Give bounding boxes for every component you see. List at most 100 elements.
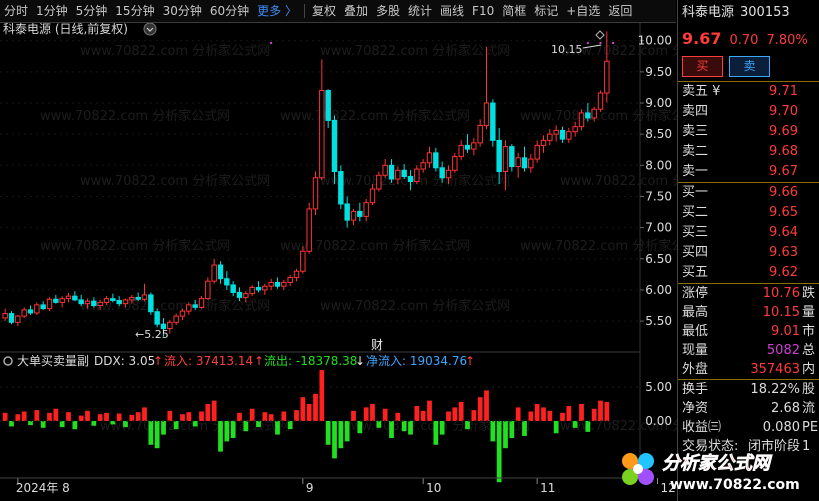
ddx-bar [313,393,318,421]
candle-body [471,142,477,150]
bid-book: 买一 9.66 买二 9.65 买三 9.64 买四 9.63 买五 9.62 [678,183,819,283]
simple-frame-button[interactable]: 简框 [498,0,530,22]
stock-header: 科泰电源 300153 [678,0,819,26]
bid-label: 买三 [682,225,709,240]
outflow-arrow: ↓ [355,354,365,368]
watermark-text: www.70822.com 分析家公式网 [80,43,270,59]
bid-row: 买四 9.63 [678,243,819,263]
period-tab-1min[interactable]: 1分钟 [32,0,72,22]
ddx-bar [224,421,230,442]
candle-body [325,90,331,121]
statistics-button[interactable]: 统计 [404,0,436,22]
ddx-bar [148,421,154,445]
add-watchlist-button[interactable]: +自选 [562,0,604,22]
candle [344,196,350,228]
ddx-bar [408,421,413,435]
candle-body [141,294,148,300]
adjust-button[interactable]: 复权 [308,0,340,22]
ask-row: 卖二 9.68 [678,142,819,162]
ask-row: 卖四 9.70 [678,102,819,122]
candle [72,291,78,302]
candle-body [40,304,46,310]
candle-body [395,169,401,180]
bid-row: 买五 9.62 [678,263,819,283]
candle-body [34,304,40,314]
gear-icon[interactable] [3,356,13,366]
price-tick-label: 6.50 [645,252,672,266]
ddx-bar [433,421,439,445]
candle [154,308,160,328]
ask-label: 卖三 [682,124,709,139]
price-tick-label: 9.50 [645,65,672,79]
period-tab-intraday[interactable]: 分时 [0,0,32,22]
price-tick-label: 5.50 [645,314,672,328]
candle-body [236,291,243,298]
buy-button[interactable]: 买 [682,56,723,77]
candle-body [534,144,540,160]
stat-label: 最高 [682,305,709,320]
period-tab-15min[interactable]: 15分钟 [111,0,158,22]
candle [230,281,236,297]
candle [388,159,395,183]
multi-stock-button[interactable]: 多股 [372,0,404,22]
stat-truncated-label: 总 [802,343,816,358]
back-button[interactable]: 返回 [604,0,636,22]
stat-label: 外盘 [682,362,709,377]
period-tab-5min[interactable]: 5分钟 [72,0,112,22]
candle-body [274,281,281,287]
ddx-bar [496,421,502,483]
period-more-button[interactable]: 更多 〉 [253,0,301,22]
kline-chart[interactable]: www.70822.com 分析家公式网 www.70822.com 分析家公式网… [0,0,677,501]
candle-body [369,188,376,204]
ddx-bar [572,421,578,428]
candle [471,137,477,156]
ddx-bar [541,407,546,421]
ask-row: 卖五 ¥ 9.71 [678,82,819,102]
ddx-bar [287,421,293,430]
ddx-bar [249,408,255,421]
period-tab-30min[interactable]: 30分钟 [159,0,206,22]
mark-button[interactable]: 标记 [530,0,562,22]
stat-row: 收益㈢ 0.080 PE [678,418,819,437]
candle-body [154,311,160,325]
candle [8,311,15,325]
candle-body [591,108,597,119]
stats-list: 涨停 10.76 跌最高 10.15 量最低 9.01 市现量 5082 总外盘 357463 内换… [678,284,819,456]
ask-price: 9.70 [769,104,798,119]
ddx-bar [230,421,236,438]
candle [141,283,148,302]
sell-button[interactable]: 卖 [729,56,770,77]
overlay-button[interactable]: 叠加 [340,0,372,22]
ddx-bar [135,412,141,421]
candle-body [331,119,338,173]
ddx-bar [591,408,597,421]
ddx-bar [395,412,401,421]
candle [553,125,559,142]
period-tab-60min[interactable]: 60分钟 [206,0,253,22]
ddx-bar [173,421,179,430]
chevron-down-icon[interactable] [143,22,157,36]
stat-truncated-label: PE [802,420,819,435]
ask-row: 卖三 9.69 [678,122,819,142]
candle [363,198,369,222]
ddx-bar [116,413,122,421]
f10-button[interactable]: F10 [468,0,498,22]
bid-row: 买三 9.64 [678,223,819,243]
ddx-bar [142,407,147,421]
ddx-bar [344,421,350,442]
ddx-label: DDX: 3.05 [94,354,155,368]
ddx-bar [319,370,325,421]
candle [604,31,610,103]
candle-body [363,202,369,217]
ddx-bar [579,404,584,421]
price-tick-label: 7.50 [645,189,672,203]
candle-body [110,298,116,302]
stat-label: 现量 [682,343,709,358]
ask-price: 9.71 [769,84,798,99]
candle [483,46,490,130]
ddx-bar [66,412,71,421]
candle-body [59,298,65,303]
candle-body [528,158,534,169]
ask-price: 9.68 [769,144,798,159]
draw-line-button[interactable]: 画线 [436,0,468,22]
